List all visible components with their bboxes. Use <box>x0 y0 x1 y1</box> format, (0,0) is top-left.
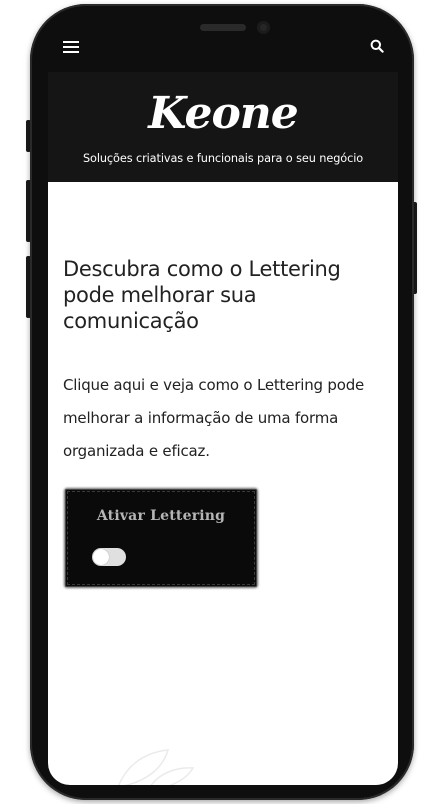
site-tagline: Soluções criativas e funcionais para o s… <box>82 152 364 165</box>
page-body-text[interactable]: Clique aqui e veja como o Lettering pode… <box>63 369 385 468</box>
hamburger-menu-icon[interactable] <box>63 40 79 53</box>
top-nav-bar <box>48 30 398 66</box>
leaf-watermark-icon <box>118 749 195 785</box>
search-icon[interactable] <box>370 39 384 53</box>
site-header: Keone Soluções criativas e funcionais pa… <box>48 72 398 182</box>
phone-screen: Keone Soluções criativas e funcionais pa… <box>48 72 398 785</box>
lettering-toggle[interactable] <box>92 548 126 566</box>
page-headline: Descubra como o Lettering pode melhorar … <box>63 257 341 333</box>
site-logo[interactable]: Keone <box>48 84 398 144</box>
toggle-knob <box>93 549 109 565</box>
lettering-label: Ativar Lettering <box>96 508 226 524</box>
lettering-card: Ativar Lettering <box>65 489 257 587</box>
